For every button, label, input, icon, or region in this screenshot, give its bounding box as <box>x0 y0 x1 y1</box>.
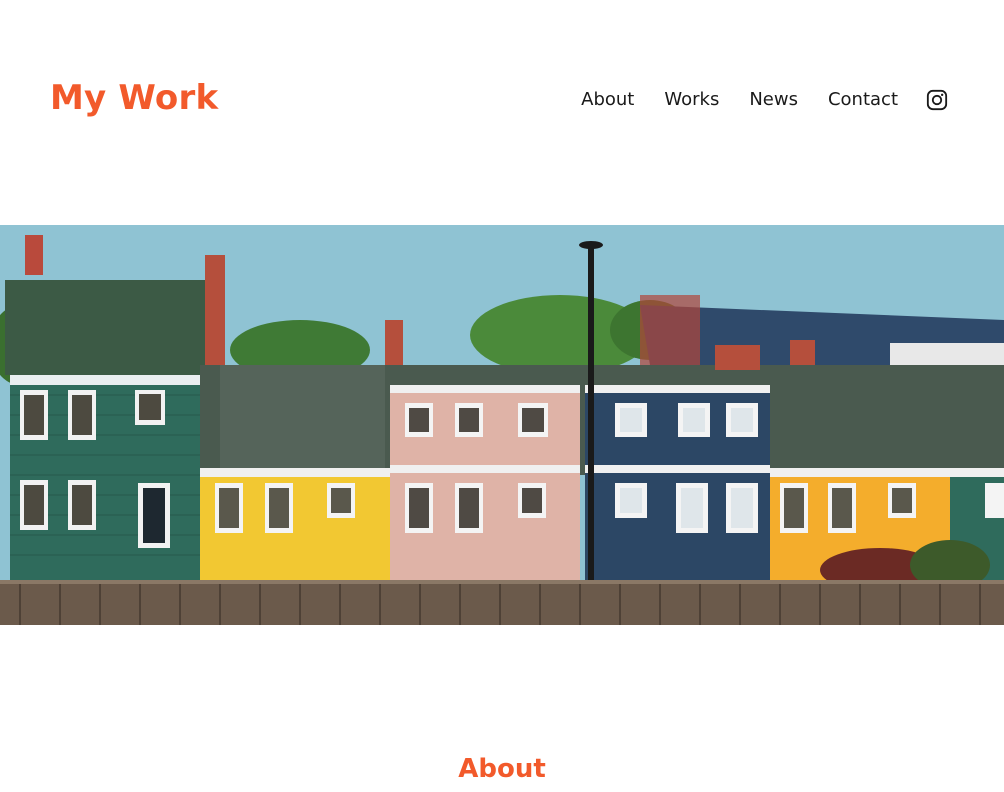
section-title-about: About <box>458 753 546 784</box>
hero-image <box>0 225 1004 625</box>
main-nav: About Works News Contact <box>581 88 948 112</box>
nav-item-works[interactable]: Works <box>664 88 719 112</box>
nav-item-contact[interactable]: Contact <box>828 88 898 112</box>
site-header: My Work About Works News Contact <box>0 0 1004 225</box>
nav-item-about[interactable]: About <box>581 88 634 112</box>
nav-item-news[interactable]: News <box>749 88 798 112</box>
site-logo[interactable]: My Work <box>50 78 218 118</box>
instagram-icon[interactable] <box>926 89 948 111</box>
